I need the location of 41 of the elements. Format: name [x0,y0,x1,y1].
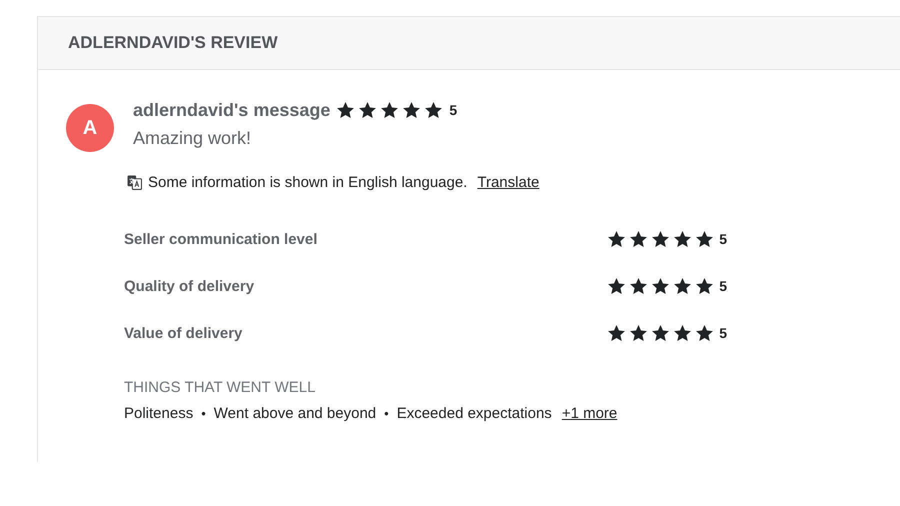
section-heading: THINGS THAT WENT WELL [124,379,316,396]
star-icon [402,101,422,119]
rating-label: Value of delivery [124,324,244,342]
separator-dot: • [384,406,389,421]
star-icon [673,324,692,342]
tag-text: Went above and beyond [214,405,376,422]
star-icon [651,324,670,342]
rating-label: Seller communication level [124,230,318,248]
rating-score: 5 [719,231,727,247]
card-title: ADLERNDAVID'S REVIEW [68,33,278,53]
star-icon [673,277,692,295]
star-icon [336,101,356,119]
avatar: A [66,104,114,152]
translate-link[interactable]: Translate [477,174,540,191]
rating-label: Quality of delivery [124,278,256,294]
more-link[interactable]: +1 more [562,405,618,422]
star-icon [607,277,626,295]
star-icon [424,101,444,119]
star-icon [629,230,648,248]
rating-score: 5 [719,325,727,341]
star-icon [629,277,648,295]
review-message: Amazing work! [133,128,252,149]
separator-dot: • [201,406,206,421]
star-icon [607,324,626,342]
star-icon [607,230,626,248]
notice-text: Some information is shown in English language. [148,174,468,191]
rating-score: 5 [449,102,458,118]
tag-text: Politeness [124,405,194,422]
translate-icon [127,175,142,190]
star-icon [695,277,714,295]
star-icon [695,230,714,248]
star-icon [695,324,714,342]
star-icon [358,101,378,119]
author-name: adlerndavid's message [133,100,330,120]
star-icon [629,324,648,342]
rating-score: 5 [719,278,727,294]
star-icon [651,230,670,248]
star-icon [651,277,670,295]
tag-text: Exceeded expectations [396,405,552,422]
star-icon [673,230,692,248]
star-icon [380,101,400,119]
